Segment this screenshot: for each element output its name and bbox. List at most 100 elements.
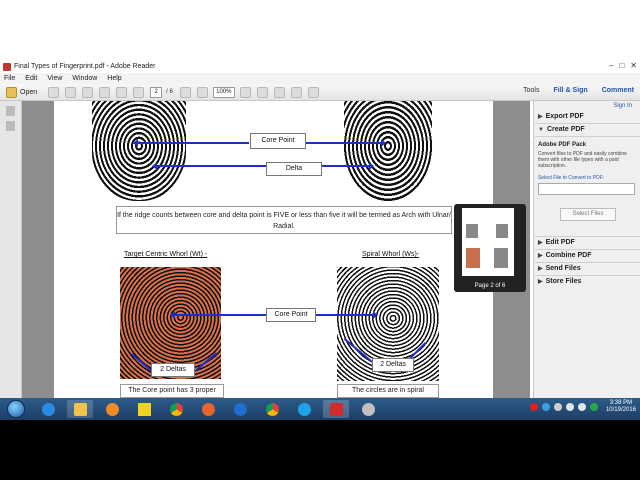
- heading-left-text: Target Centric Whorl (Wt) -: [124, 251, 208, 258]
- edit-pdf-section[interactable]: ▶ Edit PDF: [538, 239, 638, 246]
- combine-pdf-section[interactable]: ▶ Combine PDF: [538, 252, 638, 259]
- media-player-icon[interactable]: [99, 400, 125, 418]
- toolbar-panels: Tools Fill & Sign Comment: [523, 87, 634, 94]
- divider: [535, 262, 640, 263]
- collapsed-icon: ▶: [538, 279, 543, 285]
- heading-spiral-whorl: Spiral Whorl (Ws)-: [362, 251, 419, 258]
- pdf-pack-description: Convert files to PDF and easily combine …: [538, 151, 627, 169]
- teamviewer-icon[interactable]: [227, 400, 253, 418]
- page-thumbnails-icon[interactable]: [6, 106, 15, 116]
- create-pdf-label: Create PDF: [546, 126, 585, 133]
- menu-help[interactable]: Help: [107, 75, 121, 82]
- whorl-caption: The Core point has 3 proper: [120, 384, 224, 398]
- firefox-icon[interactable]: [195, 400, 221, 418]
- send-files-section[interactable]: ▶ Send Files: [538, 265, 638, 272]
- highlight-icon[interactable]: [290, 86, 302, 98]
- menu-edit[interactable]: Edit: [25, 75, 37, 82]
- menu-bar: File Edit View Window Help: [0, 73, 640, 84]
- delta-label: Delta: [266, 162, 322, 176]
- tray-app-icon[interactable]: [541, 403, 550, 411]
- store-files-label: Store Files: [545, 278, 582, 285]
- pdf-pack-title: Adobe PDF Pack: [538, 142, 587, 148]
- create-icon[interactable]: [48, 86, 60, 98]
- internet-explorer-icon[interactable]: [35, 400, 61, 418]
- save-icon[interactable]: [65, 86, 77, 98]
- expanded-icon: ▼: [538, 126, 544, 133]
- menu-file[interactable]: File: [4, 75, 15, 82]
- adobe-reader-icon: [3, 62, 11, 71]
- skype-icon[interactable]: [291, 400, 317, 418]
- fit-page-icon[interactable]: [239, 86, 251, 98]
- volume-icon[interactable]: [577, 403, 586, 411]
- store-files-section[interactable]: ▶ Store Files: [538, 278, 638, 285]
- adobe-reader-taskbar-icon[interactable]: [323, 400, 349, 418]
- create-pdf-section[interactable]: ▼ Create PDF: [538, 126, 638, 133]
- thumbnail-page-image: [462, 208, 514, 276]
- thumb-figure-1: [466, 224, 478, 238]
- close-icon[interactable]: ✕: [630, 61, 637, 70]
- combine-pdf-label: Combine PDF: [545, 252, 592, 259]
- network-icon[interactable]: [565, 403, 574, 411]
- page-number-input[interactable]: 2: [150, 86, 163, 98]
- fill-sign-tab[interactable]: Fill & Sign: [553, 87, 587, 94]
- core-arrow-mid-left: [170, 311, 266, 319]
- delta-arrow-left: [152, 162, 266, 170]
- core-arrow-mid-right: [314, 311, 378, 319]
- clock-date: 10/19/2016: [605, 407, 636, 413]
- zoom-in-icon[interactable]: [196, 86, 208, 98]
- minimize-icon[interactable]: –: [609, 61, 613, 70]
- edit-pdf-label: Edit PDF: [545, 239, 575, 246]
- collapsed-icon: ▶: [538, 114, 543, 120]
- thumbnail-page-label: Page 2 of 6: [474, 283, 506, 289]
- tray-app-icon-2[interactable]: [553, 403, 562, 411]
- start-button[interactable]: [7, 400, 25, 418]
- ridge-count-note: If the ridge counts between core and del…: [116, 206, 452, 234]
- zoom-input[interactable]: 100%: [212, 86, 235, 98]
- select-file-label: Select File to Convert to PDF:: [538, 175, 605, 181]
- collapsed-icon: ▶: [538, 266, 543, 272]
- clock[interactable]: 3:38 PM 10/19/2016: [606, 400, 636, 414]
- record-icon[interactable]: [529, 403, 538, 411]
- clock-time: 3:38 PM: [609, 400, 633, 406]
- comment-icon[interactable]: [273, 86, 285, 98]
- recording-app-icon[interactable]: [355, 400, 381, 418]
- chrome-icon[interactable]: [163, 400, 189, 418]
- send-files-label: Send Files: [545, 265, 581, 272]
- menu-view[interactable]: View: [47, 75, 62, 82]
- system-tray: 3:38 PM 10/19/2016: [529, 400, 636, 414]
- menu-window[interactable]: Window: [72, 75, 97, 82]
- tools-tab[interactable]: Tools: [523, 87, 539, 94]
- open-button[interactable]: Open: [20, 89, 37, 96]
- divider: [535, 123, 640, 124]
- collapsed-icon: ▶: [538, 253, 543, 259]
- open-folder-icon[interactable]: [6, 86, 17, 98]
- print-icon[interactable]: [82, 86, 94, 98]
- next-page-icon[interactable]: [133, 86, 145, 98]
- tray-app-icon-3[interactable]: [589, 403, 598, 411]
- core-arrow-left: [133, 139, 249, 147]
- attachments-icon[interactable]: [6, 121, 15, 131]
- heading-target-centric-whorl: Target Centric Whorl (Wt) -: [124, 251, 207, 258]
- selected-file-field[interactable]: [538, 183, 635, 195]
- cross-app-icon[interactable]: [131, 400, 157, 418]
- export-pdf-section[interactable]: ▶ Export PDF: [538, 113, 638, 120]
- heading-right-text: Spiral Whorl (Ws)-: [362, 251, 420, 258]
- select-files-button[interactable]: Select Files: [560, 208, 616, 221]
- email-icon[interactable]: [99, 86, 111, 98]
- comment-tab[interactable]: Comment: [602, 87, 634, 94]
- zoom-out-icon[interactable]: [179, 86, 191, 98]
- previous-page-icon[interactable]: [116, 86, 128, 98]
- page-total: / 6: [166, 89, 173, 95]
- divider: [535, 249, 640, 250]
- window-controls: – □ ✕: [609, 61, 637, 70]
- page-thumbnail-popup[interactable]: Page 2 of 6: [454, 204, 526, 292]
- chrome-icon-2[interactable]: [259, 400, 285, 418]
- maximize-icon[interactable]: □: [619, 61, 624, 70]
- read-mode-icon[interactable]: [256, 86, 268, 98]
- window-title: Final Types of Fingerprint.pdf - Adobe R…: [14, 63, 156, 70]
- sign-icon[interactable]: [307, 86, 319, 98]
- file-explorer-icon[interactable]: [67, 400, 93, 418]
- screen: Final Types of Fingerprint.pdf - Adobe R…: [0, 0, 640, 420]
- sign-in-link[interactable]: Sign In: [613, 103, 632, 109]
- title-bar: Final Types of Fingerprint.pdf - Adobe R…: [0, 60, 640, 73]
